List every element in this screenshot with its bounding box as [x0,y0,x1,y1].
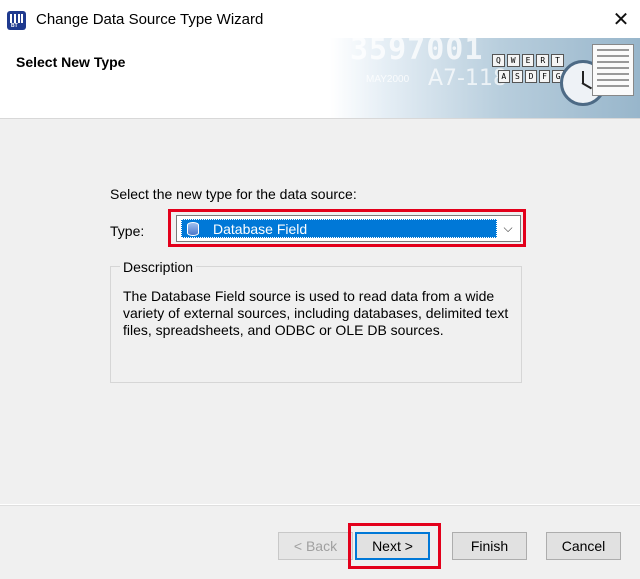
type-label: Type: [110,223,145,239]
close-icon[interactable]: ✕ [608,6,634,32]
type-dropdown[interactable]: Database Field ⌵ [176,215,521,242]
app-icon: BT [7,11,26,30]
banner-number: 3597001 [350,38,484,67]
type-value-text: Database Field [213,221,308,237]
cancel-button[interactable]: Cancel [546,532,621,560]
form-document-icon [592,44,634,96]
app-icon-label: BT [11,23,18,29]
type-selected-value: Database Field [181,219,497,238]
title-bar: BT Change Data Source Type Wizard ✕ [0,0,640,38]
description-legend: Description [120,259,197,275]
keyboard-keys-icon: Q W E R T A S D F G [492,54,564,86]
page-title: Select New Type [16,54,126,70]
next-button[interactable]: Next > [355,532,430,560]
wizard-footer: < Back Next > Finish Cancel [0,505,640,579]
window-title: Change Data Source Type Wizard [36,11,264,28]
wizard-body: Select the new type for the data source:… [0,119,640,504]
banner-date: MAY2000 [366,74,410,85]
back-button[interactable]: < Back [278,532,353,560]
chevron-down-icon[interactable]: ⌵ [498,218,518,238]
wizard-header: Select New Type 3597001 MAY2000 A7-118 Q… [0,38,640,119]
wizard-dialog: BT Change Data Source Type Wizard ✕ Sele… [0,0,640,579]
description-text: The Database Field source is used to rea… [123,288,509,338]
type-prompt: Select the new type for the data source: [110,186,357,202]
finish-button[interactable]: Finish [452,532,527,560]
header-banner-image: 3597001 MAY2000 A7-118 Q W E R T A S D F… [330,38,640,118]
database-icon [187,222,199,236]
